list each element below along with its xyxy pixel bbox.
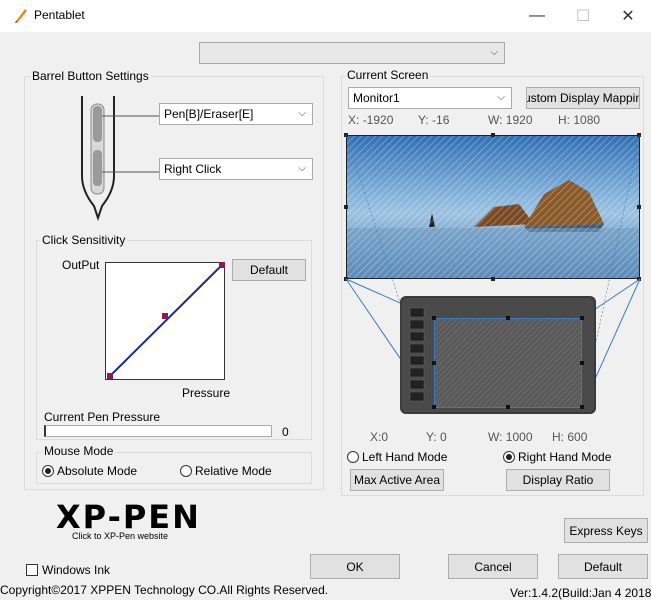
pen-pressure-bar (44, 425, 272, 437)
screen-y-label: Y: (418, 113, 429, 127)
tablet-w-value: 1000 (505, 430, 533, 444)
close-icon: ✕ (621, 8, 635, 25)
chevron-down-icon: ⌵ (298, 108, 306, 119)
left-hand-mode-radio[interactable]: Left Hand Mode (347, 450, 447, 464)
chevron-down-icon: ⌵ (497, 92, 505, 103)
curve-handle-end[interactable] (219, 262, 225, 268)
copyright-text: Copyright©2017 XPPEN Technology CO.All R… (0, 583, 329, 597)
windows-ink-label: Windows Ink (42, 563, 111, 577)
relative-mode-label: Relative Mode (195, 464, 272, 478)
click-sensitivity-label: Click Sensitivity (40, 233, 128, 247)
screen-h-label: H: (558, 113, 570, 127)
close-button[interactable]: ✕ (605, 0, 651, 32)
screen-x-readout: X: -1920 (348, 113, 393, 127)
tablet-x-label: X: (370, 430, 382, 444)
screen-x-label: X: (348, 113, 360, 127)
cancel-button[interactable]: Cancel (448, 554, 538, 579)
screen-w-readout: W: 1920 (488, 113, 533, 127)
minimize-button[interactable]: — (514, 0, 560, 32)
upper-barrel-button-value: Pen[B]/Eraser[E] (164, 107, 254, 121)
right-hand-mode-label: Right Hand Mode (518, 450, 612, 464)
pentablet-app-icon (15, 9, 27, 23)
tablet-h-label: H: (552, 430, 564, 444)
chevron-down-icon: ⌵ (298, 163, 306, 174)
radio-unselected-icon (180, 465, 192, 477)
left-hand-mode-label: Left Hand Mode (362, 450, 448, 464)
checkbox-unchecked-icon (26, 564, 38, 576)
version-text: Ver:1.4.2(Build:Jan 4 2018 (510, 586, 651, 600)
absolute-mode-radio[interactable]: Absolute Mode (42, 464, 137, 478)
screen-w-value: 1920 (505, 113, 533, 127)
curve-handle-start[interactable] (107, 373, 113, 379)
ok-button[interactable]: OK (310, 554, 400, 579)
mouse-mode-label: Mouse Mode (42, 444, 116, 458)
screen-h-value: 1080 (573, 113, 601, 127)
tablet-h-readout: H: 600 (552, 430, 587, 444)
maximize-icon: ☐ (575, 8, 591, 25)
barrel-button-group-label: Barrel Button Settings (30, 69, 151, 83)
tablet-w-readout: W: 1000 (488, 430, 533, 444)
pressure-curve-graph[interactable] (105, 262, 225, 380)
relative-mode-radio[interactable]: Relative Mode (180, 464, 272, 478)
screen-h-readout: H: 1080 (558, 113, 600, 127)
custom-display-mapping-button[interactable]: ustom Display Mappin (526, 87, 640, 109)
tablet-y-value: 0 (440, 430, 447, 444)
monitor-select-value: Monitor1 (353, 91, 400, 105)
tablet-h-value: 600 (567, 430, 588, 444)
tablet-w-label: W: (488, 430, 503, 444)
tablet-x-readout: X:0 (370, 430, 388, 444)
screen-w-label: W: (488, 113, 503, 127)
screen-y-readout: Y: -16 (418, 113, 449, 127)
lower-barrel-button-select[interactable]: Right Click ⌵ (159, 158, 313, 180)
device-dropdown[interactable]: ⌵ (199, 42, 505, 64)
minimize-icon: — (529, 7, 545, 24)
max-active-area-button[interactable]: Max Active Area (350, 469, 444, 491)
maximize-button[interactable]: ☐ (560, 0, 606, 32)
sensitivity-default-button[interactable]: Default (232, 259, 306, 281)
chevron-down-icon: ⌵ (490, 47, 498, 58)
xp-pen-website-link[interactable]: Click to XP-Pen website (72, 531, 168, 541)
screen-x-value: -1920 (362, 113, 394, 127)
window-title: Pentablet (34, 8, 85, 22)
windows-ink-checkbox[interactable]: Windows Ink (26, 563, 110, 577)
screen-y-value: -16 (432, 113, 450, 127)
radio-unselected-icon (347, 451, 359, 463)
current-pen-pressure-value: 0 (282, 425, 289, 439)
radio-selected-icon (503, 451, 515, 463)
monitor-select[interactable]: Monitor1 ⌵ (348, 87, 512, 109)
pen-illustration (81, 96, 160, 222)
current-screen-label: Current Screen (345, 68, 431, 82)
lower-barrel-button-value: Right Click (164, 162, 222, 176)
upper-barrel-button-select[interactable]: Pen[B]/Eraser[E] ⌵ (159, 103, 313, 125)
tablet-y-label: Y: (426, 430, 437, 444)
curve-handle-middle[interactable] (162, 313, 168, 319)
right-hand-mode-radio[interactable]: Right Hand Mode (503, 450, 611, 464)
radio-selected-icon (42, 465, 54, 477)
current-pen-pressure-label: Current Pen Pressure (44, 410, 161, 424)
screen-mapping-preview[interactable] (344, 132, 644, 414)
absolute-mode-label: Absolute Mode (57, 464, 138, 478)
default-button[interactable]: Default (558, 554, 648, 579)
output-axis-label: OutPut (62, 258, 100, 272)
tablet-y-readout: Y: 0 (426, 430, 447, 444)
display-ratio-button[interactable]: Display Ratio (506, 469, 610, 491)
express-keys-button[interactable]: Express Keys (564, 518, 648, 543)
pressure-axis-label: Pressure (182, 386, 231, 400)
tablet-x-value: 0 (381, 430, 389, 444)
